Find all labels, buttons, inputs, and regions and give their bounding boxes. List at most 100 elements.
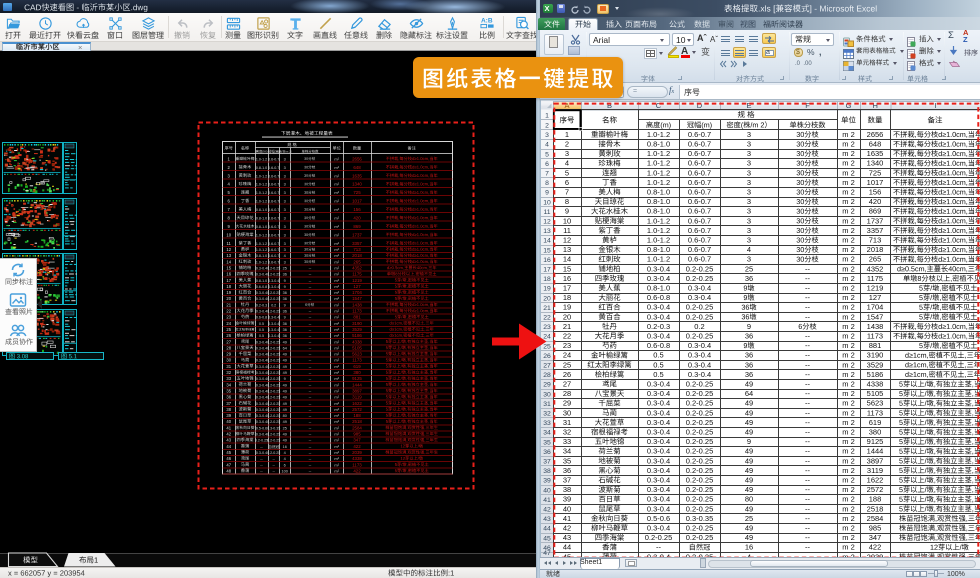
svg-text:16: 16: [745, 543, 753, 552]
svg-text:3: 3: [545, 132, 549, 139]
svg-text:380: 380: [869, 428, 882, 437]
svg-text:49: 49: [745, 524, 753, 533]
svg-text:A: A: [564, 101, 569, 110]
svg-text:36: 36: [745, 332, 753, 341]
svg-text:--: --: [805, 495, 810, 504]
svg-text:0.2-0.25: 0.2-0.25: [686, 485, 714, 494]
svg-text:0.3-0.4: 0.3-0.4: [688, 293, 711, 302]
svg-text:0.8-1.0: 0.8-1.0: [647, 197, 670, 206]
svg-text:2: 2: [565, 140, 569, 149]
svg-text:--: --: [805, 370, 810, 379]
svg-text:0.6-0.7: 0.6-0.7: [688, 178, 711, 187]
svg-text:19: 19: [543, 286, 551, 293]
svg-text:4: 4: [565, 159, 569, 168]
svg-text:0.2-0.3: 0.2-0.3: [647, 322, 670, 331]
svg-text:0.6-0.7: 0.6-0.7: [688, 236, 711, 245]
svg-text:1.0-1.2: 1.0-1.2: [647, 159, 670, 168]
svg-text:3: 3: [747, 130, 751, 139]
svg-text:0.3-0.35: 0.3-0.35: [686, 514, 714, 523]
svg-text:3: 3: [747, 178, 751, 187]
svg-text:0.3-0.4: 0.3-0.4: [688, 370, 711, 379]
svg-text:m 2: m 2: [842, 447, 855, 456]
svg-text:m 2: m 2: [842, 399, 855, 408]
svg-text:0.6-0.7: 0.6-0.7: [688, 255, 711, 264]
svg-text:0.3-0.4: 0.3-0.4: [647, 332, 670, 341]
svg-text:m 2: m 2: [842, 476, 855, 485]
svg-text:2018: 2018: [867, 245, 884, 254]
svg-text:0.3-0.4: 0.3-0.4: [647, 466, 670, 475]
svg-text:0.2-0.25: 0.2-0.25: [686, 332, 714, 341]
svg-text:11: 11: [563, 226, 571, 235]
svg-text:m 2: m 2: [842, 245, 855, 254]
svg-text:0.3-0.4: 0.3-0.4: [647, 485, 670, 494]
svg-text:5186: 5186: [867, 370, 884, 379]
svg-text:1: 1: [545, 112, 549, 119]
svg-text:m 2: m 2: [842, 456, 855, 465]
svg-text:0.2-0.25: 0.2-0.25: [686, 399, 714, 408]
svg-text:m 2: m 2: [842, 418, 855, 427]
svg-text:0.2-0.25: 0.2-0.25: [686, 524, 714, 533]
svg-text:--: --: [805, 418, 810, 427]
svg-text:3: 3: [747, 216, 751, 225]
svg-text:m 2: m 2: [842, 207, 855, 216]
svg-text:m 2: m 2: [842, 543, 855, 552]
svg-text:H: H: [873, 101, 878, 110]
svg-text:m 2: m 2: [842, 408, 855, 417]
svg-text:9: 9: [545, 190, 549, 197]
svg-text:10: 10: [563, 216, 571, 225]
svg-text:--: --: [805, 380, 810, 389]
svg-text:37: 37: [563, 476, 571, 485]
svg-text:0.2-0.25: 0.2-0.25: [686, 533, 714, 542]
svg-text:1: 1: [565, 130, 569, 139]
svg-text:13: 13: [543, 228, 551, 235]
svg-text:m 2: m 2: [842, 197, 855, 206]
svg-text:713: 713: [869, 236, 882, 245]
svg-text:869: 869: [869, 207, 882, 216]
svg-text:4338: 4338: [867, 380, 884, 389]
svg-text:265: 265: [869, 255, 882, 264]
svg-text:3: 3: [747, 197, 751, 206]
svg-text:22: 22: [563, 332, 571, 341]
svg-text:m 2: m 2: [842, 370, 855, 379]
svg-text:m 2: m 2: [842, 284, 855, 293]
svg-text:0.6-0.8: 0.6-0.8: [647, 341, 670, 350]
svg-text:0.8-1.0: 0.8-1.0: [647, 188, 670, 197]
svg-text:35: 35: [563, 456, 571, 465]
svg-text:0.2: 0.2: [694, 322, 704, 331]
svg-text:31: 31: [563, 418, 571, 427]
svg-text:3529: 3529: [867, 360, 884, 369]
svg-text:4: 4: [747, 245, 751, 254]
svg-text:0.6-0.7: 0.6-0.7: [688, 140, 711, 149]
svg-text:0.8-1.0: 0.8-1.0: [647, 207, 670, 216]
svg-text:m 2: m 2: [842, 332, 855, 341]
svg-text:20: 20: [563, 312, 571, 321]
svg-text:38: 38: [563, 485, 571, 494]
svg-text:5623: 5623: [867, 399, 884, 408]
svg-text:36: 36: [745, 370, 753, 379]
svg-text:m 2: m 2: [842, 264, 855, 273]
svg-text:0.3-0.4: 0.3-0.4: [688, 351, 711, 360]
svg-text:1622: 1622: [867, 476, 884, 485]
svg-text:18: 18: [563, 293, 571, 302]
svg-text:0.3-0.4: 0.3-0.4: [647, 524, 670, 533]
svg-text:49: 49: [745, 428, 753, 437]
svg-text:49: 49: [745, 418, 753, 427]
svg-text:30: 30: [543, 391, 551, 398]
svg-text:15: 15: [563, 264, 571, 273]
svg-text:--: --: [805, 408, 810, 417]
svg-text:0.2-0.25: 0.2-0.25: [686, 274, 714, 283]
svg-text:4352: 4352: [867, 264, 884, 273]
svg-text:3: 3: [565, 149, 569, 158]
svg-text:m 2: m 2: [842, 303, 855, 312]
svg-text:3: 3: [747, 159, 751, 168]
svg-text:41: 41: [563, 514, 571, 523]
svg-text:156: 156: [869, 188, 882, 197]
svg-text:49: 49: [745, 533, 753, 542]
svg-text:0.3-0.4: 0.3-0.4: [688, 341, 711, 350]
svg-text:34: 34: [543, 430, 551, 437]
svg-text:3: 3: [747, 188, 751, 197]
svg-text:0.6-0.7: 0.6-0.7: [688, 159, 711, 168]
svg-text:--: --: [805, 332, 810, 341]
svg-text:3: 3: [747, 149, 751, 158]
svg-text:36: 36: [543, 449, 551, 456]
